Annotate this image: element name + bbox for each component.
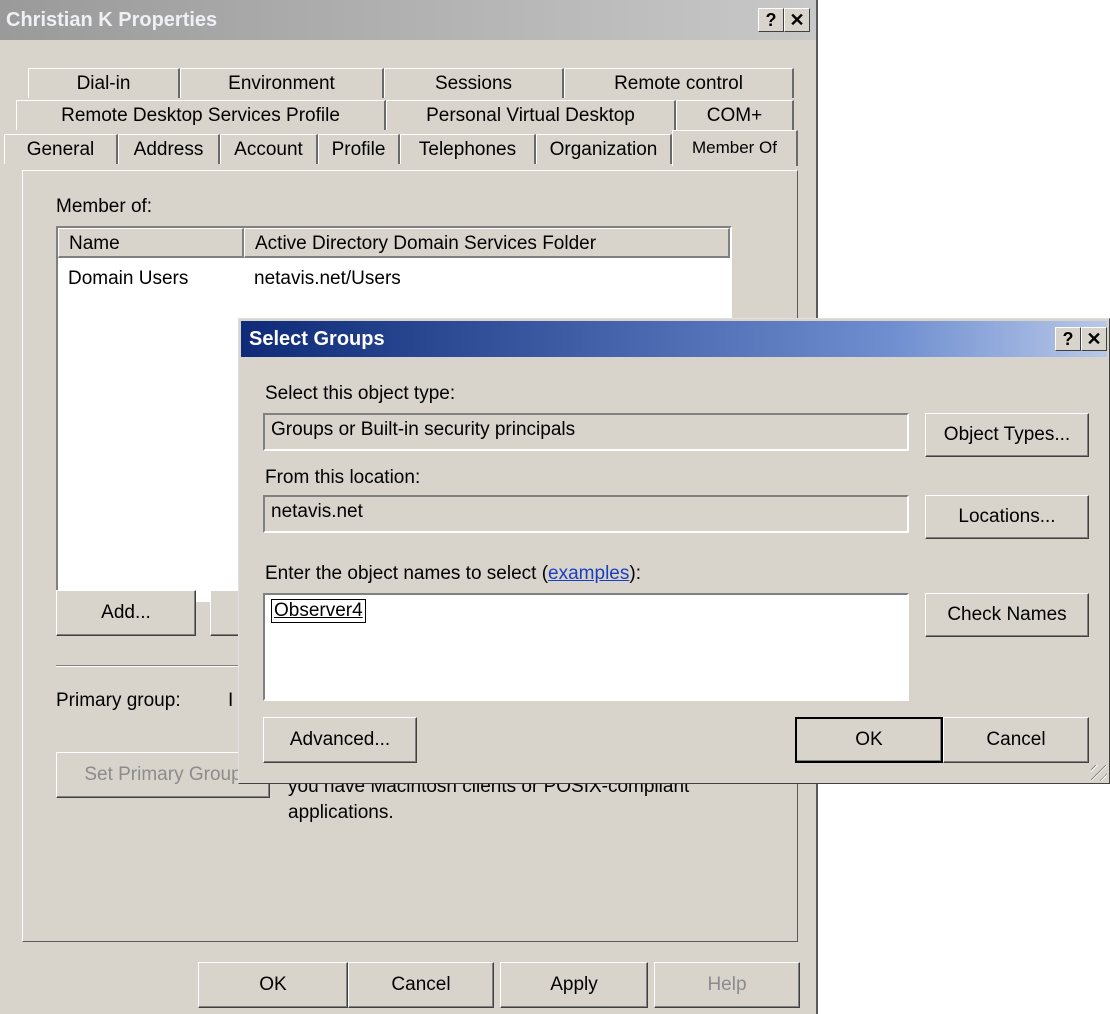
examples-link[interactable]: examples [548, 563, 629, 584]
ok-button[interactable]: OK [795, 717, 943, 763]
help-icon[interactable]: ? [1055, 327, 1081, 351]
object-type-label: Select this object type: [265, 383, 456, 404]
location-label: From this location: [265, 467, 421, 488]
select-groups-title-bar[interactable]: Select Groups ? ✕ [241, 321, 1107, 357]
tab-environment[interactable]: Environment [180, 68, 384, 98]
note-line-2: applications. [288, 802, 394, 823]
tab-dial-in[interactable]: Dial-in [28, 68, 180, 98]
object-names-label-suffix: ): [629, 563, 641, 584]
locations-button[interactable]: Locations... [925, 495, 1089, 539]
tab-sessions[interactable]: Sessions [384, 68, 564, 98]
tab-personal-virtual-desktop[interactable]: Personal Virtual Desktop [386, 100, 676, 130]
select-groups-title: Select Groups [249, 328, 385, 350]
check-names-button[interactable]: Check Names [925, 593, 1089, 637]
row-name: Domain Users [68, 268, 189, 289]
column-header-name[interactable]: Name [58, 228, 244, 258]
tab-remote-desktop-services-profile[interactable]: Remote Desktop Services Profile [16, 100, 386, 130]
ok-button[interactable]: OK [198, 962, 348, 1008]
resize-grip-icon[interactable] [1091, 765, 1107, 781]
object-names-label: Enter the object names to select (exampl… [265, 563, 641, 585]
object-names-label-prefix: Enter the object names to select ( [265, 563, 549, 584]
row-folder: netavis.net/Users [254, 268, 401, 289]
member-of-label: Member of: [56, 196, 153, 217]
tab-account[interactable]: Account [220, 134, 318, 164]
object-type-field: Groups or Built-in security principals [263, 413, 909, 451]
tab-organization[interactable]: Organization [536, 134, 672, 164]
help-icon[interactable]: ? [758, 8, 784, 32]
object-types-button[interactable]: Object Types... [925, 413, 1089, 457]
cancel-button[interactable]: Cancel [943, 717, 1089, 763]
location-field: netavis.net [263, 495, 909, 533]
tab-com-plus[interactable]: COM+ [676, 100, 794, 130]
close-icon[interactable]: ✕ [784, 8, 810, 32]
primary-group-value: I [228, 690, 234, 711]
help-button[interactable]: Help [654, 962, 800, 1008]
table-row[interactable]: Domain Users netavis.net/Users [58, 268, 730, 294]
tab-member-of[interactable]: Member Of [672, 130, 798, 166]
tab-address[interactable]: Address [118, 134, 220, 164]
column-header-folder[interactable]: Active Directory Domain Services Folder [244, 228, 730, 258]
primary-group-label: Primary group: [56, 690, 181, 711]
properties-title: Christian K Properties [6, 9, 218, 31]
tab-remote-control[interactable]: Remote control [564, 68, 794, 98]
select-groups-dialog: Select Groups ? ✕ Select this object typ… [238, 318, 1110, 784]
tab-general[interactable]: General [4, 134, 118, 164]
cancel-button[interactable]: Cancel [348, 962, 494, 1008]
object-names-input[interactable]: Observer4 [263, 593, 909, 701]
add-button[interactable]: Add... [56, 590, 196, 636]
apply-button[interactable]: Apply [500, 962, 648, 1008]
close-icon[interactable]: ✕ [1081, 327, 1107, 351]
properties-title-bar[interactable]: Christian K Properties ? ✕ [0, 0, 816, 40]
advanced-button[interactable]: Advanced... [263, 717, 417, 763]
tab-profile[interactable]: Profile [318, 134, 400, 164]
tab-telephones[interactable]: Telephones [400, 134, 536, 164]
object-names-value: Observer4 [271, 599, 366, 623]
